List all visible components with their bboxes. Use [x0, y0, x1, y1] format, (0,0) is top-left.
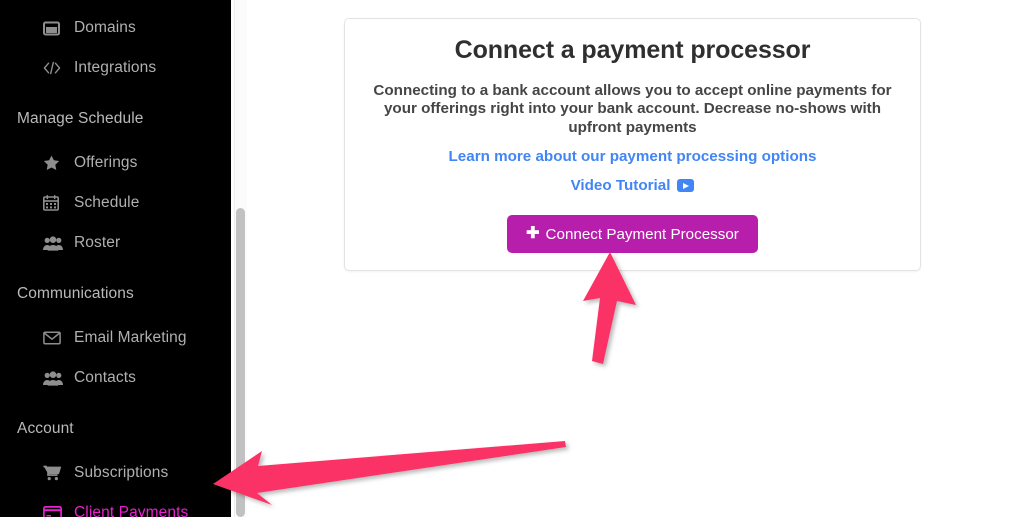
app-window: Domains Integrations Manage Schedule Off… [0, 0, 1016, 517]
connect-payment-processor-button[interactable]: ✚ Connect Payment Processor [507, 215, 758, 254]
sidebar-item-label: Offerings [74, 154, 138, 171]
sidebar-item-label: Email Marketing [74, 329, 187, 346]
sidebar-section-account: Account [17, 420, 74, 437]
sidebar-item-label: Contacts [74, 369, 136, 386]
shopping-cart-icon [43, 465, 65, 481]
connect-button-row: ✚ Connect Payment Processor [345, 194, 920, 254]
sidebar-item-subscriptions[interactable]: Subscriptions [0, 453, 231, 493]
plus-icon: ✚ [526, 224, 540, 242]
users-icon [43, 235, 65, 251]
window-icon [43, 21, 65, 36]
connect-button-label: Connect Payment Processor [545, 225, 739, 243]
sidebar-scrollbar-thumb[interactable] [236, 208, 245, 517]
sidebar-item-offerings[interactable]: Offerings [0, 143, 231, 183]
connect-payment-processor-card: Connect a payment processor Connecting t… [344, 18, 921, 271]
sidebar-item-domains[interactable]: Domains [0, 8, 231, 48]
sidebar-item-label: Integrations [74, 59, 157, 76]
sidebar-item-label: Schedule [74, 194, 140, 211]
youtube-play-icon[interactable] [677, 179, 695, 193]
video-tutorial-row: Video Tutorial [345, 177, 920, 194]
sidebar-item-schedule[interactable]: Schedule [0, 183, 231, 223]
sidebar-item-label: Roster [74, 234, 121, 251]
sidebar-item-client-payments[interactable]: Client Payments [0, 493, 231, 517]
users-icon [43, 370, 65, 386]
sidebar-section-manage-schedule: Manage Schedule [17, 110, 144, 127]
sidebar-item-label: Domains [74, 19, 136, 36]
code-icon [43, 61, 65, 75]
credit-card-icon [43, 506, 65, 517]
sidebar-item-contacts[interactable]: Contacts [0, 358, 231, 398]
sidebar-item-email-marketing[interactable]: Email Marketing [0, 318, 231, 358]
sidebar-item-roster[interactable]: Roster [0, 223, 231, 263]
sidebar-navigation: Domains Integrations Manage Schedule Off… [0, 0, 231, 517]
sidebar-item-label: Client Payments [74, 504, 189, 517]
sidebar-item-label: Subscriptions [74, 464, 169, 481]
learn-more-link[interactable]: Learn more about our payment processing … [449, 148, 817, 165]
card-title: Connect a payment processor [454, 36, 811, 64]
video-tutorial-link[interactable]: Video Tutorial [571, 177, 671, 194]
card-description: Connecting to a bank account allows you … [373, 81, 892, 136]
envelope-icon [43, 331, 65, 345]
sidebar-item-integrations[interactable]: Integrations [0, 48, 231, 88]
main-content: Connect a payment processor Connecting t… [247, 0, 1016, 517]
sidebar-section-communications: Communications [17, 285, 134, 302]
star-icon [43, 155, 65, 171]
calendar-icon [43, 195, 65, 211]
